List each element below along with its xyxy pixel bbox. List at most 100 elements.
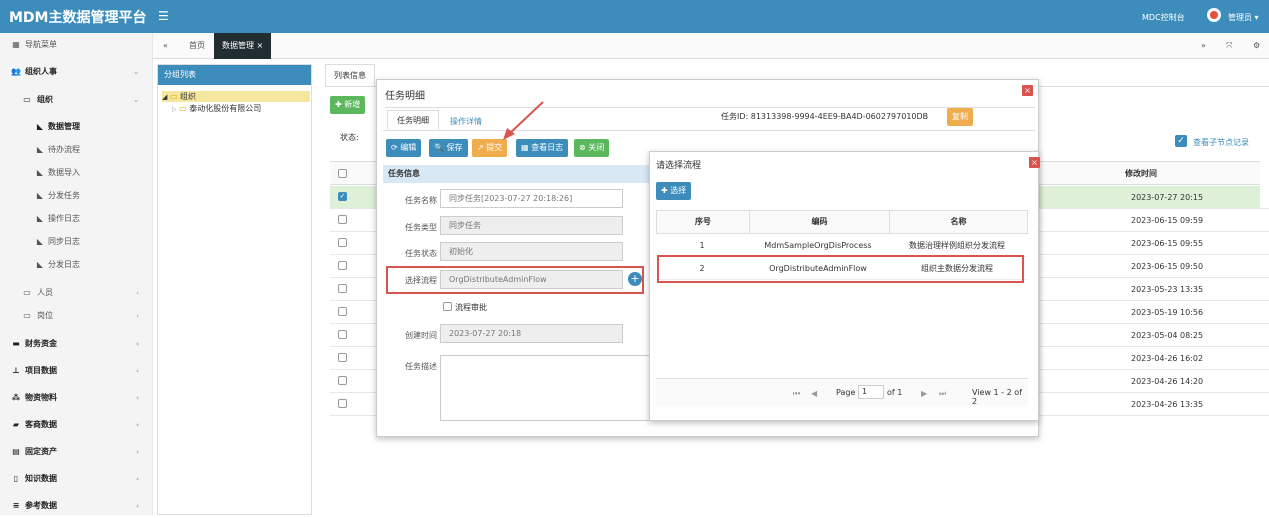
- create-time-input: 2023-07-27 20:18: [440, 324, 623, 343]
- cell-modified-time: 2023-05-23 13:35: [1131, 285, 1204, 294]
- row-code: MdmSampleOrgDisProcess: [764, 241, 872, 250]
- expand-icon: ▷: [172, 106, 177, 113]
- sidebar-item-finance[interactable]: ▬ 财务资金 ‹: [0, 332, 153, 356]
- sidebar-item-material[interactable]: ⁂ 物资物料 ‹: [0, 386, 153, 410]
- console-link[interactable]: MDC控制台: [1142, 12, 1185, 23]
- tabs-scroll-left-icon[interactable]: «: [163, 33, 168, 59]
- tab-op-detail[interactable]: 操作详情: [450, 116, 482, 127]
- app-title: MDM主数据管理平台: [9, 10, 147, 26]
- sidebar-item-dist-task[interactable]: ◣ 分发任务: [0, 184, 153, 208]
- user-menu[interactable]: 管理员 ▾: [1228, 12, 1259, 23]
- sidebar-item-todo[interactable]: ◣ 待办流程: [0, 138, 153, 162]
- chevron-left-icon: ‹: [136, 312, 139, 320]
- tab-data-mgmt[interactable]: 数据管理 ×: [214, 33, 272, 59]
- row-checkbox[interactable]: [338, 284, 347, 293]
- grid-icon: ▦: [12, 40, 20, 49]
- tag-icon: ◣: [36, 168, 44, 177]
- row-checkbox-checked[interactable]: ✓: [338, 192, 347, 201]
- flow-approve-checkbox[interactable]: [443, 302, 452, 311]
- collapse-icon: ◢: [162, 93, 168, 101]
- row-checkbox[interactable]: [338, 215, 347, 224]
- sidebar-item-knowledge[interactable]: ▯ 知识数据 ‹: [0, 467, 153, 491]
- close-icon[interactable]: ×: [1029, 157, 1040, 168]
- first-page-icon[interactable]: ⏮: [793, 389, 800, 399]
- page-input[interactable]: 1: [858, 385, 884, 399]
- close-button[interactable]: ⊗ 关闭: [574, 139, 610, 157]
- sidebar-item-project[interactable]: ⊥ 项目数据 ‹: [0, 359, 153, 383]
- fullscreen-icon[interactable]: ⤧: [1226, 33, 1232, 59]
- top-header: MDM主数据管理平台 ☰ MDC控制台 管理员 ▾: [0, 0, 1269, 33]
- row-name: 数据治理样例组织分发流程: [909, 241, 1005, 250]
- copy-button[interactable]: 复制: [947, 108, 973, 126]
- show-child-checkbox[interactable]: ✓: [1175, 135, 1187, 147]
- tree-node-child[interactable]: ▷ ▭ 泰动化股份有限公司: [172, 103, 261, 114]
- task-name-input[interactable]: 同步任务[2023-07-27 20:18:26]: [440, 189, 623, 208]
- col-modified-header: 修改时间: [1125, 169, 1157, 178]
- row-checkbox[interactable]: [338, 238, 347, 247]
- tab-list-info[interactable]: 列表信息: [325, 64, 375, 86]
- page-label: Page: [836, 388, 856, 397]
- view-log-button[interactable]: ▦ 查看日志: [516, 139, 569, 157]
- cell-modified-time: 2023-06-15 09:59: [1131, 216, 1204, 225]
- sidebar-item-op-log[interactable]: ◣ 操作日志: [0, 207, 153, 231]
- hamburger-icon[interactable]: ☰: [158, 9, 169, 23]
- sidebar-item-import[interactable]: ◣ 数据导入: [0, 161, 153, 185]
- chevron-left-icon: ‹: [136, 502, 139, 510]
- row-checkbox[interactable]: [338, 399, 347, 408]
- view-count: View 1 - 2 of 2: [972, 388, 1022, 406]
- folder-icon: ▭: [23, 311, 31, 320]
- edit-button[interactable]: ⟳ 编辑: [386, 139, 422, 157]
- gear-icon[interactable]: ⚙: [1253, 33, 1260, 59]
- row-checkbox[interactable]: [338, 376, 347, 385]
- sidebar-item-person[interactable]: ▭ 人员 ‹: [0, 281, 153, 305]
- prev-page-icon[interactable]: ◀: [811, 389, 817, 398]
- close-icon[interactable]: ×: [257, 41, 264, 50]
- tag-icon: ◣: [36, 145, 44, 154]
- chevron-left-icon: ‹: [136, 367, 139, 375]
- folder-icon: ▭: [23, 95, 31, 104]
- chevron-left-icon: ‹: [136, 475, 139, 483]
- select-all-checkbox[interactable]: [338, 169, 347, 178]
- sidebar-item-post[interactable]: ▭ 岗位 ‹: [0, 304, 153, 328]
- sidebar-item-reference[interactable]: ≡ 参考数据 ‹: [0, 494, 153, 518]
- table-row[interactable]: 1 MdmSampleOrgDisProcess 数据治理样例组织分发流程: [656, 235, 1028, 257]
- submit-button[interactable]: ↗ 提交: [472, 139, 508, 157]
- task-type-input: 同步任务: [440, 216, 623, 235]
- dialog-title: 请选择流程: [656, 161, 702, 171]
- list-icon: ≡: [12, 501, 20, 510]
- user-avatar-icon[interactable]: [1207, 8, 1221, 22]
- row-checkbox[interactable]: [338, 261, 347, 270]
- tag-icon: ◣: [36, 122, 44, 131]
- label-create-time: 创建时间: [405, 331, 437, 340]
- money-icon: ▬: [12, 339, 20, 348]
- cell-modified-time: 2023-06-15 09:55: [1131, 239, 1204, 248]
- next-page-icon[interactable]: ▶: [921, 389, 927, 398]
- sidebar-item-sync-log[interactable]: ◣ 同步日志: [0, 230, 153, 254]
- dialog-title: 任务明细: [385, 91, 425, 102]
- save-button[interactable]: 🔍 保存: [429, 139, 468, 157]
- page-tabs-bar: « 首页 数据管理 × » ⤧ ⚙: [153, 33, 1269, 59]
- row-checkbox[interactable]: [338, 330, 347, 339]
- annotation-arrow-icon: [503, 101, 544, 140]
- sidebar-item-merchant[interactable]: ▰ 客商数据 ‹: [0, 413, 153, 437]
- tabs-scroll-right-icon[interactable]: »: [1201, 33, 1206, 59]
- tab-task-detail[interactable]: 任务明细: [387, 110, 439, 130]
- last-page-icon[interactable]: ⏭: [939, 389, 946, 399]
- tag-icon: ◣: [36, 214, 44, 223]
- sidebar-item-data-mgmt[interactable]: ◣ 数据管理: [0, 115, 153, 139]
- row-checkbox[interactable]: [338, 307, 347, 316]
- sidebar-item-assets[interactable]: ▤ 固定资产 ‹: [0, 440, 153, 464]
- select-button[interactable]: ✚ 选择: [656, 182, 692, 200]
- sidebar-item-dist-log[interactable]: ◣ 分发日志: [0, 253, 153, 277]
- tab-home[interactable]: 首页: [189, 33, 205, 59]
- row-checkbox[interactable]: [338, 353, 347, 362]
- add-button[interactable]: ✚ 新增: [330, 96, 366, 114]
- task-desc-textarea[interactable]: [440, 355, 650, 421]
- pager: ⏮ ◀ Page 1 of 1 ▶ ⏭ View 1 - 2 of 2: [656, 378, 1028, 406]
- close-icon[interactable]: ×: [1022, 85, 1033, 96]
- tree-node-root[interactable]: ◢ ▭ 组织: [162, 91, 310, 102]
- sidebar-item-org-hr[interactable]: 👥 组织人事 ⌄: [0, 60, 153, 84]
- sidebar-item-org[interactable]: ▭ 组织 ⌄: [0, 88, 153, 112]
- chevron-down-icon: ⌄: [133, 96, 139, 104]
- row-index: 1: [699, 241, 705, 250]
